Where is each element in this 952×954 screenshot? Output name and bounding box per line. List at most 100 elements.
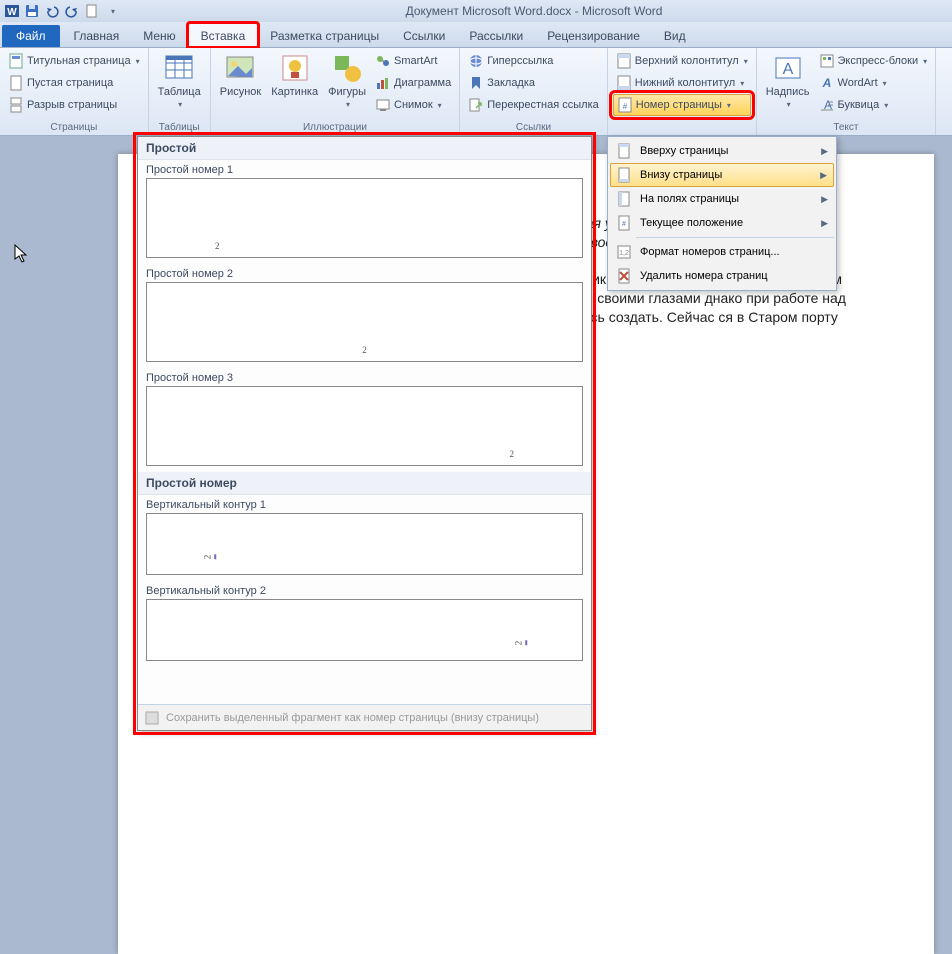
page-number-button[interactable]: #Номер страницы [613,94,751,116]
crossref-icon [468,97,484,113]
table-button[interactable]: Таблица [154,50,205,121]
gallery-item-1-label[interactable]: Простой номер 1 [138,160,591,178]
tab-page-layout[interactable]: Разметка страницы [258,24,391,47]
svg-text:#: # [622,221,626,228]
menu-margins-label: На полях страницы [640,193,739,205]
header-label: Верхний колонтитул [635,55,739,67]
gallery-item-3-preview[interactable]: 2 [146,386,583,466]
new-icon[interactable] [84,3,100,19]
page-break-icon [8,97,24,113]
menu-remove-numbers[interactable]: Удалить номера страниц [610,264,834,288]
gallery-item-4-preview[interactable]: 2 [146,513,583,575]
table-icon [163,52,195,84]
quickparts-button[interactable]: Экспресс-блоки [816,50,931,72]
page-number-menu: Вверху страницы▶ Внизу страницы▶ На поля… [607,136,837,291]
gallery-item-1-preview[interactable]: 2 [146,178,583,258]
quick-access-toolbar: W [4,3,120,19]
page-bottom-icon [616,167,632,183]
tab-mailings[interactable]: Рассылки [457,24,535,47]
menu-remove-label: Удалить номера страниц [640,270,768,282]
menu-format-label: Формат номеров страниц... [640,246,780,258]
blank-page-icon [8,75,24,91]
title-bar: W Документ Microsoft Word.docx - Microso… [0,0,952,22]
dropcap-label: Буквица [838,99,880,111]
gallery-section-number: Простой номер [138,472,591,495]
hyperlink-button[interactable]: Гиперссылка [465,50,602,72]
crossref-label: Перекрестная ссылка [487,99,599,111]
gallery-item-5-preview[interactable]: 2 [146,599,583,661]
redo-icon[interactable] [64,3,80,19]
svg-text:W: W [7,7,17,18]
save-icon[interactable] [24,3,40,19]
dropcap-icon: A [819,97,835,113]
quickparts-icon [819,53,835,69]
window-title: Документ Microsoft Word.docx - Microsoft… [120,4,948,18]
menu-page-margins[interactable]: На полях страницы▶ [610,187,834,211]
screenshot-button[interactable]: Снимок [372,94,454,116]
menu-top-of-page[interactable]: Вверху страницы▶ [610,139,834,163]
menu-format-numbers[interactable]: 1,2 Формат номеров страниц... [610,240,834,264]
gallery-item-2-label[interactable]: Простой номер 2 [138,264,591,282]
gallery-item-5-label[interactable]: Вертикальный контур 2 [138,581,591,599]
group-pages: Титульная страница Пустая страница Разры… [0,48,149,135]
picture-icon [224,52,256,84]
picture-label: Рисунок [220,86,262,98]
header-button[interactable]: Верхний колонтитул [613,50,751,72]
gallery-item-3-label[interactable]: Простой номер 3 [138,368,591,386]
hyperlink-label: Гиперссылка [487,55,553,67]
submenu-arrow-icon: ▶ [821,218,828,229]
textbox-button[interactable]: AНадпись [762,50,814,121]
chart-button[interactable]: Диаграмма [372,72,454,94]
group-links-label: Ссылки [465,121,602,135]
table-label: Таблица [158,86,201,98]
wordart-button[interactable]: AWordArt [816,72,931,94]
clipart-button[interactable]: Картинка [267,50,322,121]
tab-insert[interactable]: Вставка [188,23,259,47]
mouse-cursor-icon [14,244,30,267]
picture-button[interactable]: Рисунок [216,50,266,121]
crossref-button[interactable]: Перекрестная ссылка [465,94,602,116]
shapes-icon [331,52,363,84]
menu-current-position[interactable]: #Текущее положение▶ [610,211,834,235]
smartart-icon [375,53,391,69]
svg-text:A: A [782,61,793,78]
page-number-gallery: Простой Простой номер 1 2 Простой номер … [137,136,592,731]
blank-page-button[interactable]: Пустая страница [5,72,143,94]
smartart-label: SmartArt [394,55,437,67]
svg-text:#: # [623,102,628,111]
file-tab[interactable]: Файл [2,25,60,47]
group-text-label: Текст [762,121,930,135]
gallery-item-2-preview[interactable]: 2 [146,282,583,362]
group-links: Гиперссылка Закладка Перекрестная ссылка… [460,48,608,135]
tab-review[interactable]: Рецензирование [535,24,652,47]
ribbon-insert: Титульная страница Пустая страница Разры… [0,48,952,136]
blank-page-label: Пустая страница [27,77,113,89]
smartart-button[interactable]: SmartArt [372,50,454,72]
title-page-button[interactable]: Титульная страница [5,50,143,72]
save-fragment-icon [144,710,160,726]
quickparts-label: Экспресс-блоки [838,55,919,67]
page-top-icon [616,143,632,159]
menu-bottom-of-page[interactable]: Внизу страницы▶ [610,163,834,187]
page-break-button[interactable]: Разрыв страницы [5,94,143,116]
shapes-button[interactable]: Фигуры [324,50,370,121]
footer-label: Нижний колонтитул [635,77,735,89]
gallery-save-selection: Сохранить выделенный фрагмент как номер … [138,704,591,730]
word-icon: W [4,3,20,19]
tab-menu[interactable]: Меню [131,24,187,47]
gallery-item-4-label[interactable]: Вертикальный контур 1 [138,495,591,513]
undo-icon[interactable] [44,3,60,19]
tab-home[interactable]: Главная [62,24,132,47]
footer-button[interactable]: Нижний колонтитул [613,72,751,94]
qat-customize-icon[interactable] [104,3,120,19]
dropcap-button[interactable]: AБуквица [816,94,931,116]
format-icon: 1,2 [616,244,632,260]
tab-references[interactable]: Ссылки [391,24,457,47]
group-tables-label: Таблицы [154,121,205,135]
remove-icon [616,268,632,284]
tab-view[interactable]: Вид [652,24,698,47]
group-pages-label: Страницы [5,121,143,135]
group-header-footer: Верхний колонтитул Нижний колонтитул #Но… [608,48,757,135]
bookmark-button[interactable]: Закладка [465,72,602,94]
clipart-label: Картинка [271,86,318,98]
